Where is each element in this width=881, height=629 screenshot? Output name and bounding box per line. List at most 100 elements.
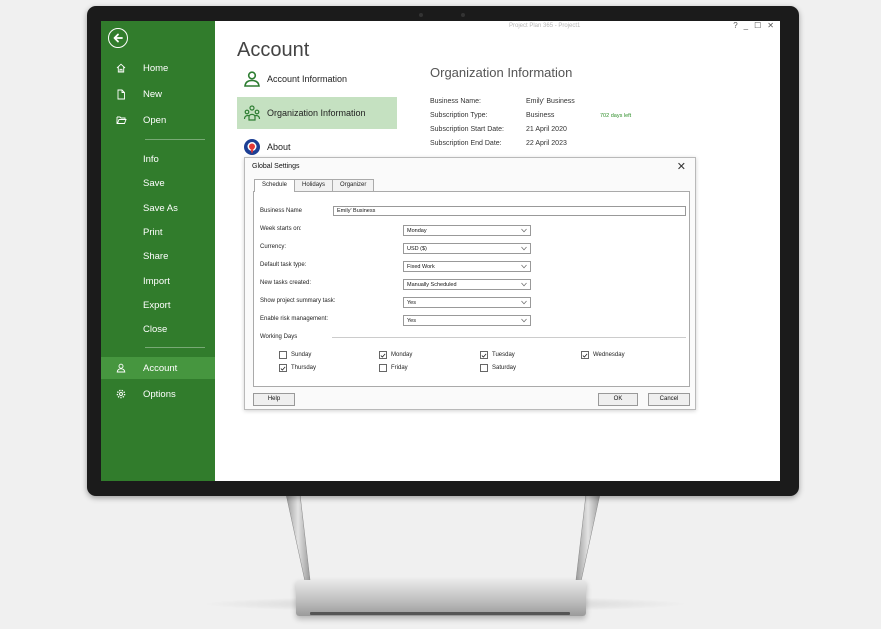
field-label: New tasks created: [260,280,312,286]
back-button[interactable] [108,28,128,48]
select-value: USD ($) [407,246,427,252]
new-document-icon [101,89,141,100]
chevron-down-icon [521,282,527,287]
checkbox-box [279,364,287,372]
org-info-value: 21 April 2020 [526,126,567,133]
nav-print-label: Print [143,226,163,238]
global-settings-dialog: Global Settings ✕ Schedule Holidays Orga… [244,157,696,410]
backstage-sidebar: Home New Open Info Save Save As Print Sh… [101,21,215,481]
nav-print[interactable]: Print [101,221,215,243]
checkbox-wednesday[interactable]: Wednesday [581,351,625,359]
organization-information-item[interactable]: Organization Information [237,97,397,129]
ok-button[interactable]: OK [598,393,638,406]
org-info-value: Business [526,112,555,119]
camera-dot [419,13,423,17]
checkbox-monday[interactable]: Monday [379,351,412,359]
checkmark-icon [380,353,386,358]
account-information-item[interactable]: Account Information [237,63,397,95]
checkbox-tuesday[interactable]: Tuesday [480,351,515,359]
nav-home-label: Home [143,62,169,74]
field-label: Enable risk management: [260,316,329,322]
checkmark-icon [582,353,588,358]
cancel-button[interactable]: Cancel [648,393,690,406]
sidebar-divider [145,347,205,348]
org-info-key: Subscription Start Date: [430,126,504,133]
org-info-key: Subscription End Date: [430,140,502,147]
dialog-title: Global Settings [252,163,300,170]
nav-close[interactable]: Close [101,318,215,340]
currency-select[interactable]: USD ($) [403,243,531,254]
field-label: Week starts on: [260,226,302,232]
dialog-close-button[interactable]: ✕ [677,160,686,173]
organization-icon [237,104,267,122]
field-label: Default task type: [260,262,307,268]
checkbox-box [581,351,589,359]
nav-close-label: Close [143,323,168,335]
dialog-tabs: Schedule Holidays Organizer [254,179,375,192]
tab-schedule[interactable]: Schedule [254,179,296,192]
checkbox-thursday[interactable]: Thursday [279,364,316,372]
checkmark-icon [280,366,286,371]
working-days-label: Working Days [260,334,298,340]
nav-home[interactable]: Home [101,57,215,79]
nav-account[interactable]: Account [101,357,215,379]
minimize-control[interactable]: _ [744,21,748,30]
nav-save[interactable]: Save [101,172,215,194]
help-control[interactable]: ? [733,21,737,30]
summary-task-select[interactable]: Yes [403,297,531,308]
nav-info-label: Info [143,153,159,165]
select-value: Fixed Work [407,264,435,270]
default-task-type-select[interactable]: Fixed Work [403,261,531,272]
checkbox-label: Tuesday [492,352,515,358]
checkbox-friday[interactable]: Friday [379,364,408,372]
monitor-base-slot [310,612,570,615]
sensor-dot [461,13,465,17]
window-controls: ? _ ☐ ✕ [733,21,774,30]
window-title: Project Plan 365 - Project1 [509,23,581,29]
business-name-label: Business Name [260,208,303,214]
close-control[interactable]: ✕ [767,21,774,30]
help-button[interactable]: Help [253,393,295,406]
checkbox-box [279,351,287,359]
select-value: Yes [407,300,416,306]
nav-export-label: Export [143,299,171,311]
new-tasks-created-select[interactable]: Manually Scheduled [403,279,531,290]
checkbox-box [480,351,488,359]
tab-holidays[interactable]: Holidays [294,179,334,191]
org-info-value: Emily' Business [526,98,575,105]
nav-export[interactable]: Export [101,294,215,316]
page-title: Account [237,39,310,61]
business-name-input[interactable]: Emily' Business [333,206,686,216]
nav-open[interactable]: Open [101,109,215,131]
select-value: Monday [407,228,427,234]
account-information-label: Account Information [267,74,348,84]
risk-management-select[interactable]: Yes [403,315,531,326]
working-days-divider [332,337,686,338]
org-info-key: Subscription Type: [430,112,488,119]
nav-options[interactable]: Options [101,383,215,405]
organization-information-label: Organization Information [267,108,366,118]
maximize-control[interactable]: ☐ [754,21,761,30]
nav-new-label: New [143,88,163,100]
days-left-badge: 702 days left [600,113,632,119]
nav-import-label: Import [143,275,170,287]
tab-organizer[interactable]: Organizer [332,179,375,191]
nav-import[interactable]: Import [101,270,215,292]
nav-info[interactable]: Info [101,148,215,170]
week-starts-select[interactable]: Monday [403,225,531,236]
checkbox-label: Thursday [291,365,317,371]
nav-open-label: Open [143,114,167,126]
back-arrow-icon [113,33,123,43]
chevron-down-icon [521,246,527,251]
gear-icon [101,389,141,399]
checkbox-sunday[interactable]: Sunday [279,351,311,359]
nav-share[interactable]: Share [101,245,215,267]
schedule-panel: Business Name Emily' Business Week start… [253,191,690,387]
nav-new[interactable]: New [101,83,215,105]
checkbox-saturday[interactable]: Saturday [480,364,516,372]
select-value: Manually Scheduled [407,282,457,288]
checkmark-icon [481,353,487,358]
nav-save-as[interactable]: Save As [101,197,215,219]
nav-options-label: Options [143,388,176,400]
org-info-key: Business Name: [430,98,481,105]
